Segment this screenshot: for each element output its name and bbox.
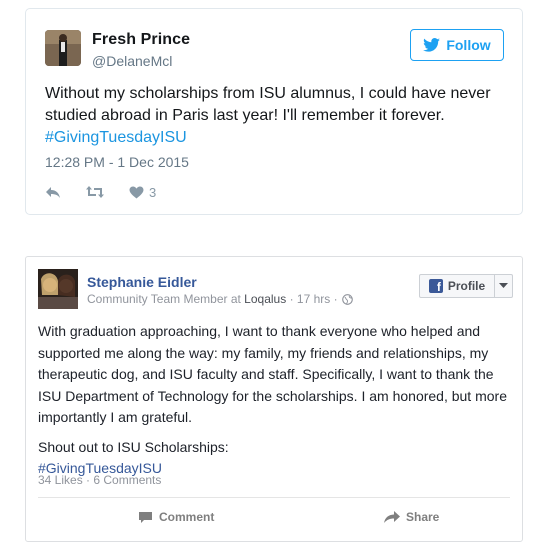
engagement-stats[interactable]: 34 Likes · 6 Comments	[38, 473, 161, 487]
comment-button[interactable]: Comment	[138, 510, 214, 524]
tweet-text-line: Without my scholarships from ISU alumnus…	[45, 85, 491, 102]
comment-icon	[139, 511, 152, 523]
globe-icon	[341, 293, 353, 305]
post-meta: Community Team Member at Loqalus · 17 hr…	[87, 292, 353, 306]
comment-label: Comment	[159, 510, 215, 524]
tweet-text-line: studied abroad in Paris last year! I'll …	[45, 107, 445, 124]
post-text-line: therapeutic dog, and ISU faculty and sta…	[38, 366, 494, 382]
user-name[interactable]: Stephanie Eidler	[87, 274, 197, 290]
share-button[interactable]: Share	[384, 510, 439, 524]
share-icon	[384, 510, 400, 523]
share-label: Share	[406, 510, 440, 524]
user-role: Community Team Member at	[87, 292, 241, 306]
hashtag-link[interactable]: #GivingTuesdayISU	[45, 127, 505, 149]
tweet-timestamp[interactable]: 12:28 PM - 1 Dec 2015	[45, 154, 189, 170]
tweet-card: Fresh Prince @DelaneMcl Follow Without m…	[25, 8, 523, 215]
user-name[interactable]: Fresh Prince	[92, 31, 190, 49]
organization-link[interactable]: Loqalus	[244, 292, 286, 306]
divider	[38, 497, 510, 498]
profile-button[interactable]: f Profile	[419, 274, 513, 298]
separator: ·	[333, 292, 338, 306]
avatar[interactable]	[45, 30, 81, 66]
user-handle[interactable]: @DelaneMcl	[92, 53, 172, 69]
retweet-button[interactable]	[85, 185, 105, 199]
profile-label: Profile	[447, 279, 486, 293]
facebook-post-card: Stephanie Eidler Community Team Member a…	[25, 256, 523, 542]
follow-label: Follow	[446, 37, 491, 53]
tweet-text: Without my scholarships from ISU alumnus…	[45, 83, 505, 149]
post-text: With graduation approaching, I want to t…	[38, 321, 516, 480]
like-count: 3	[149, 184, 157, 200]
follow-button[interactable]: Follow	[410, 29, 504, 61]
facebook-logo-icon: f	[428, 279, 443, 293]
profile-dropdown-button[interactable]	[494, 275, 512, 297]
shoutout-text: Shout out to ISU Scholarships:	[38, 438, 229, 455]
avatar-image	[45, 30, 81, 66]
post-text-line: ISU Department of Technology for the sch…	[38, 387, 507, 404]
separator: ·	[289, 292, 294, 306]
post-text-line: supported me along the way: my family, m…	[38, 344, 489, 361]
heart-icon	[129, 185, 144, 199]
reply-icon	[46, 187, 60, 198]
avatar-image	[38, 269, 78, 309]
post-text-line: importantly I am grateful.	[38, 409, 193, 425]
reply-button[interactable]	[45, 185, 61, 199]
chevron-down-icon	[499, 283, 508, 288]
like-button[interactable]: 3	[129, 185, 156, 200]
avatar[interactable]	[38, 269, 78, 309]
post-text-line: With graduation approaching, I want to t…	[38, 323, 481, 339]
post-time[interactable]: 17 hrs	[297, 292, 330, 306]
profile-button-main[interactable]: f Profile	[420, 275, 494, 297]
twitter-bird-icon	[423, 38, 441, 52]
tweet-actions: 3	[45, 183, 180, 201]
retweet-icon	[86, 186, 104, 198]
